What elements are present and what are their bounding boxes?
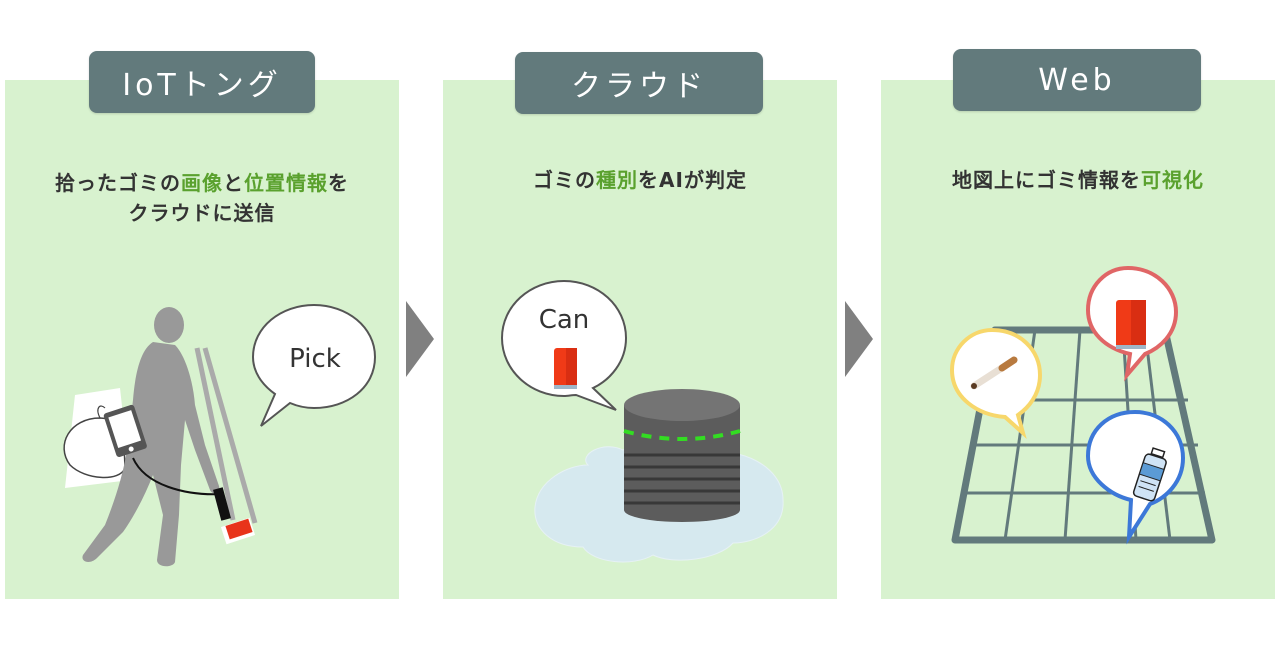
map-illustration [949,265,1216,545]
soda-can-icon [554,348,577,389]
speech-bubble-can: Can [500,279,628,411]
map-pin-can [1085,265,1179,382]
panel-web: 地図上にゴミ情報を可視化 [881,80,1275,599]
soda-can-icon [1116,300,1146,349]
highlight-type: 種別 [596,168,639,192]
highlight-image: 画像 [181,171,223,195]
arrow-right-icon [845,301,873,377]
panel-title-web: Web [953,49,1201,111]
panel-title-cloud: クラウド [515,52,763,114]
bubble-text-pick: Pick [289,344,341,374]
panel-description: 拾ったゴミの画像と位置情報を クラウドに送信 [5,168,399,228]
panel-description: ゴミの種別をAIが判定 [533,168,747,192]
panel-description: 地図上にゴミ情報を可視化 [952,168,1204,192]
arrow-right-icon [406,301,434,377]
map-pin-cigarette [949,327,1043,440]
panel-iot-tongs: 拾ったゴミの画像と位置情報を クラウドに送信 Pick [5,80,399,599]
panel-cloud: ゴミの種別をAIが判定 Can [443,80,837,599]
database-icon [623,389,741,522]
highlight-location: 位置情報 [244,171,328,195]
description-line-1: 拾ったゴミの画像と位置情報を [55,171,349,195]
description-line-2: クラウドに送信 [128,201,276,225]
panel-title-iot-tongs: IoTトング [89,51,315,113]
speech-bubble-pick: Pick [251,303,377,427]
bubble-text-can: Can [539,305,590,335]
highlight-visualize: 可視化 [1141,168,1204,192]
